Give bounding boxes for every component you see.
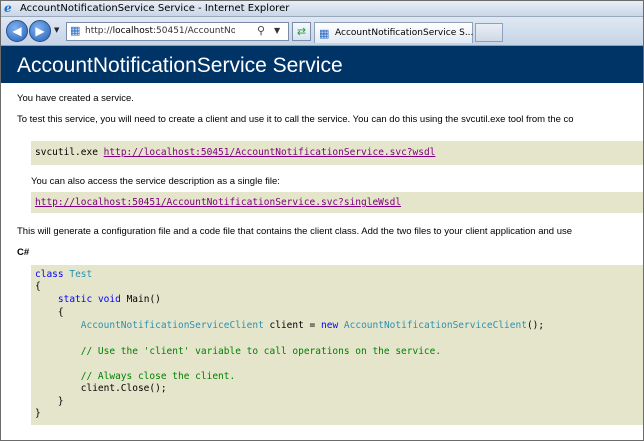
single-wsdl-link[interactable]: http://localhost:50451/AccountNotificati…	[35, 197, 401, 209]
page-content: You have created a service. To test this…	[1, 1, 643, 440]
code-line-class: class Test	[35, 269, 92, 281]
single-file-text: You can also access the service descript…	[31, 176, 280, 187]
keyword-void: void	[97, 294, 121, 305]
main-open-brace: {	[57, 307, 64, 318]
class-name: Test	[69, 269, 93, 280]
svcutil-command: svcutil.exe http://localhost:50451/Accou…	[35, 147, 435, 159]
csharp-label: C#	[17, 247, 30, 258]
svcutil-exe-text: svcutil.exe	[35, 147, 98, 158]
client-declaration: client =	[263, 320, 321, 331]
code-line-open-brace: {	[35, 281, 41, 292]
keyword-class: class	[35, 269, 64, 280]
svcutil-command-box: svcutil.exe http://localhost:50451/Accou…	[31, 141, 643, 165]
main-close-brace: }	[57, 396, 64, 407]
browser-window: e AccountNotificationService Service - I…	[0, 0, 644, 441]
code-line-main: static void Main()	[35, 294, 161, 306]
test-instructions-text: To test this service, you will need to c…	[17, 114, 574, 125]
wsdl-link[interactable]: http://localhost:50451/AccountNotificati…	[104, 147, 436, 158]
code-line-main-open-brace: {	[35, 307, 64, 319]
client-constructor: AccountNotificationServiceClient	[343, 320, 527, 331]
single-wsdl-box: http://localhost:50451/AccountNotificati…	[31, 192, 643, 213]
keyword-new: new	[321, 320, 339, 331]
code-line-close-call: client.Close();	[35, 383, 167, 395]
client-type: AccountNotificationServiceClient	[80, 320, 264, 331]
comment-close-client: // Always close the client.	[80, 371, 236, 382]
comment-use-client: // Use the 'client' variable to call ope…	[80, 346, 442, 357]
code-line-client-decl: AccountNotificationServiceClient client …	[35, 320, 544, 332]
generate-text: This will generate a configuration file …	[17, 226, 573, 237]
main-signature: Main()	[126, 294, 161, 305]
code-line-comment-close: // Always close the client.	[35, 371, 235, 383]
code-line-class-close-brace: }	[35, 408, 41, 419]
keyword-static: static	[57, 294, 93, 305]
close-call: client.Close();	[80, 383, 167, 394]
constructor-end: ();	[526, 320, 545, 331]
code-line-main-close-brace: }	[35, 396, 64, 408]
csharp-code-block: class Test { static void Main() { Accoun…	[31, 265, 643, 425]
intro-text: You have created a service.	[17, 93, 134, 104]
code-line-comment-use: // Use the 'client' variable to call ope…	[35, 346, 441, 358]
